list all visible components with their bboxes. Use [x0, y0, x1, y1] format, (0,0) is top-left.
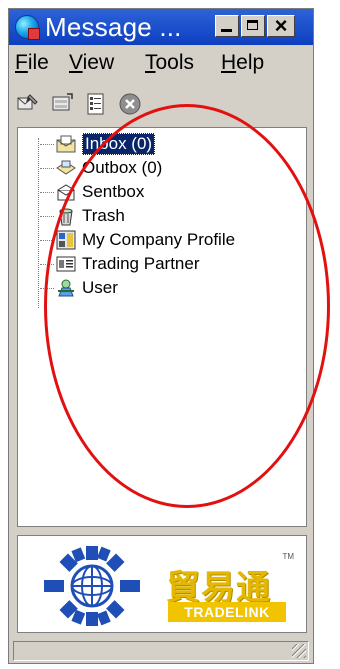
- new-message-icon: [17, 94, 38, 110]
- minimize-button[interactable]: [215, 15, 239, 37]
- status-bar: [13, 641, 309, 661]
- folder-tree[interactable]: Inbox (0) Outbox (0) Sentbox Trash My Co…: [17, 127, 307, 527]
- new-message-button[interactable]: [13, 89, 45, 121]
- inbox-icon: [56, 135, 76, 153]
- sentbox-icon: [57, 184, 75, 201]
- app-globe-icon: [15, 15, 40, 40]
- user-icon: [58, 279, 74, 297]
- close-icon: ×: [274, 13, 288, 38]
- stop-icon: [119, 93, 141, 115]
- message-window: Message ... × File View Tools Help Inbox…: [8, 8, 314, 664]
- tree-item-label: Inbox (0): [82, 133, 156, 155]
- tree-item-label: Trading Partner: [82, 254, 200, 273]
- menu-view[interactable]: View: [69, 51, 114, 75]
- tree-item-trading-partner[interactable]: Trading Partner: [40, 252, 199, 276]
- tradelink-globe-logo-icon: [44, 546, 140, 626]
- trademark-text: TM: [282, 552, 294, 561]
- tree-item-sentbox[interactable]: Sentbox: [40, 180, 144, 204]
- tree-item-outbox[interactable]: Outbox (0): [40, 156, 162, 180]
- company-profile-icon: [56, 230, 76, 250]
- title-bar[interactable]: Message ... ×: [9, 9, 313, 45]
- maximize-button[interactable]: [241, 15, 265, 37]
- tree-item-user[interactable]: User: [40, 276, 118, 300]
- list-icon: [87, 93, 104, 115]
- toolbar: [13, 89, 309, 121]
- outbox-icon: [56, 160, 76, 175]
- maximize-icon: [247, 20, 258, 30]
- tree-item-label: Sentbox: [82, 182, 145, 201]
- trash-icon: [59, 208, 73, 226]
- tradelink-logo-panel: TM 貿易通 TRADELINK: [17, 535, 307, 633]
- trading-partner-icon: [56, 256, 76, 272]
- receive-button[interactable]: [47, 89, 79, 121]
- tree-item-label: Trash: [82, 206, 125, 225]
- tree-item-label: Outbox (0): [82, 158, 163, 177]
- close-button[interactable]: ×: [267, 13, 295, 38]
- tree-item-inbox[interactable]: Inbox (0): [40, 132, 156, 156]
- menu-help[interactable]: Help: [221, 51, 264, 75]
- tree-item-trash[interactable]: Trash: [40, 204, 125, 228]
- resize-grip-icon[interactable]: [292, 644, 306, 658]
- stop-button[interactable]: [115, 89, 147, 121]
- receive-icon: [52, 93, 73, 111]
- window-title: Message ...: [45, 12, 182, 42]
- list-button[interactable]: [81, 89, 113, 121]
- menu-tools[interactable]: Tools: [145, 51, 194, 75]
- logo-english-text: TRADELINK: [168, 602, 286, 622]
- tree-item-label: User: [82, 278, 118, 297]
- tree-item-label: My Company Profile: [82, 230, 236, 249]
- menu-file[interactable]: File: [15, 51, 49, 75]
- minimize-icon: [221, 29, 232, 32]
- tree-item-company-profile[interactable]: My Company Profile: [40, 228, 235, 252]
